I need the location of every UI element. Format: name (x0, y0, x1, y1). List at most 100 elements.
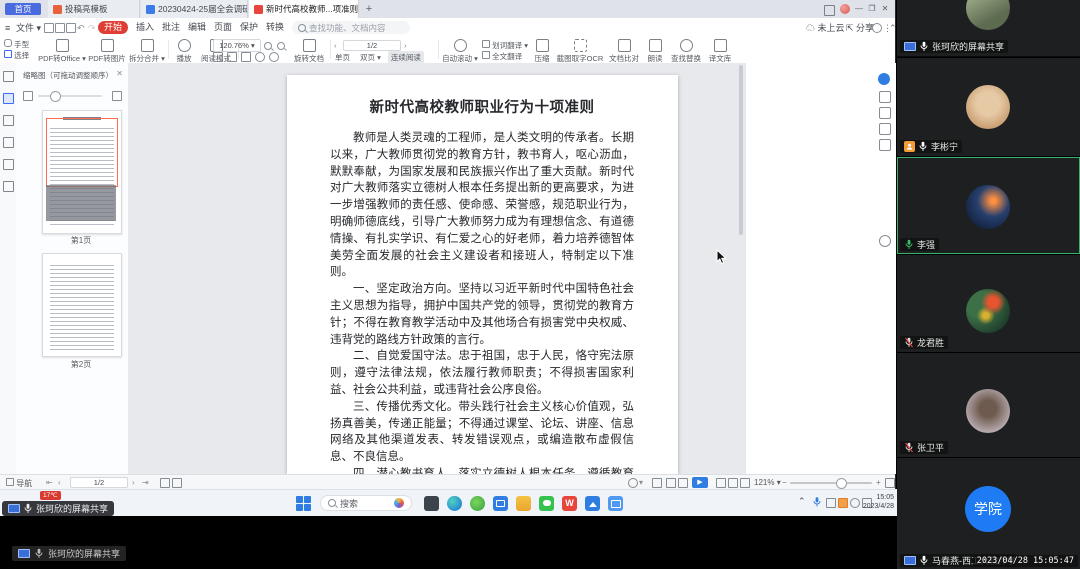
collapse-view-icon[interactable] (172, 478, 182, 488)
weather-widget-badge[interactable]: 17℃ (40, 491, 61, 500)
doc-tab-news[interactable]: 20230424-25届全会调研新闻稿 (141, 0, 248, 18)
prev-page-icon[interactable]: ‹ (58, 478, 61, 487)
compress-button[interactable]: 压缩 (530, 39, 554, 64)
rotate-doc-button[interactable]: 旋转文档 (292, 39, 326, 64)
account-avatar[interactable] (840, 4, 850, 14)
photos-app-icon[interactable] (585, 496, 600, 511)
redo-icon[interactable]: ↷ (88, 22, 96, 34)
participant-tile[interactable]: 龙君胜 (897, 254, 1080, 352)
new-tab-button[interactable]: + (362, 2, 376, 16)
settings-gear-icon[interactable] (872, 23, 882, 33)
single-page-icon[interactable] (666, 478, 676, 488)
file-menu[interactable]: 文件 ▾ (16, 22, 41, 34)
hand-tool[interactable]: 手型 (4, 39, 29, 50)
edit-tool-icon[interactable] (879, 107, 891, 119)
first-page-icon[interactable]: ⇤ (46, 478, 53, 487)
task-view-button[interactable] (424, 496, 439, 511)
next-page-icon[interactable]: › (132, 478, 135, 487)
play-button[interactable]: 播放 (172, 39, 196, 64)
mobile-sync-icon[interactable] (879, 123, 891, 135)
thumb-size-slider-knob[interactable] (50, 91, 61, 102)
viewport-indicator[interactable] (46, 118, 118, 187)
tray-speaker-icon[interactable] (826, 498, 836, 508)
print-icon[interactable] (66, 23, 76, 33)
outline-icon[interactable] (3, 71, 14, 82)
restore-button[interactable]: ❐ (867, 3, 877, 15)
browser-360-icon[interactable] (470, 496, 485, 511)
zoom-out-icon[interactable] (264, 42, 272, 50)
wifi-icon[interactable] (850, 498, 860, 508)
doc-tab-template[interactable]: 投稿亮模板 (48, 0, 140, 18)
tray-mic-icon[interactable] (812, 496, 822, 508)
undo-icon[interactable]: ↶ (77, 22, 85, 34)
zoom-in-icon[interactable] (277, 42, 285, 50)
zoom-minus-icon[interactable]: − (782, 478, 787, 487)
thumb-larger-icon[interactable] (112, 91, 122, 101)
fit-page-icon[interactable] (740, 478, 750, 488)
locate-tool-icon[interactable] (879, 235, 891, 247)
menu-tab-start[interactable]: 开始 (98, 21, 129, 34)
zoom-plus-icon[interactable]: + (876, 478, 881, 487)
tray-expand-icon[interactable]: ⌃ (798, 496, 806, 507)
document-scrollbar[interactable] (739, 65, 743, 235)
file-explorer-icon[interactable] (516, 496, 531, 511)
expand-view-icon[interactable] (160, 478, 170, 488)
save-icon[interactable] (55, 23, 65, 33)
thumb-size-slider[interactable] (38, 95, 102, 97)
stamp-icon[interactable] (3, 181, 14, 192)
thumbnail-icon[interactable] (3, 93, 14, 104)
close-panel-icon[interactable]: ✕ (116, 69, 123, 78)
participant-tile[interactable]: 学院 马春燕-西工大软件学... 2023/04/28 15:05:47 (897, 457, 1080, 569)
fit-page-controls[interactable] (213, 52, 279, 62)
menu-tab-convert[interactable]: 转换 (260, 21, 290, 34)
page-1-thumbnail[interactable] (42, 110, 122, 234)
participant-tile[interactable]: 李彬宁 (897, 57, 1080, 156)
screen-share-indicator[interactable]: 张珂欣的屏幕共享 (2, 501, 115, 516)
presentation-play-button[interactable]: ▶ (692, 477, 708, 488)
doc-compare-button[interactable]: 文档比对 (606, 39, 642, 64)
status-page-input[interactable] (70, 477, 128, 488)
chevron-down-icon[interactable]: ▾ (639, 478, 643, 487)
background-setting-icon[interactable] (628, 478, 638, 488)
screenshot-ocr-button[interactable]: 截图取字OCR (556, 39, 604, 64)
home-tab[interactable]: 首页 (5, 3, 41, 15)
fit-window-icon[interactable] (716, 478, 726, 488)
find-replace-button[interactable]: 查找替换 (668, 39, 704, 64)
doc-tab-pdf-active[interactable]: 新时代高校教师...项准则.pdf ✕ (249, 0, 359, 18)
attachment-icon[interactable] (3, 137, 14, 148)
double-page-icon[interactable] (678, 478, 688, 488)
participant-tile[interactable]: 张卫平 (897, 352, 1080, 457)
minimize-button[interactable]: — (854, 3, 864, 15)
edge-browser-icon[interactable] (447, 496, 462, 511)
comment-tool-icon[interactable] (879, 139, 891, 151)
share-button[interactable]: ⇱ 分享 (846, 22, 874, 34)
start-button[interactable] (296, 496, 311, 511)
participant-tile[interactable]: 张珂欣的屏幕共享 (897, 0, 1080, 56)
zoom-level-select[interactable]: 120.76% ▾ (213, 39, 261, 52)
pdf-to-office-button[interactable]: PDF转Office ▾ (38, 39, 86, 64)
reader-mode-icon[interactable] (652, 478, 662, 488)
next-page-icon[interactable]: › (404, 41, 407, 50)
hamburger-icon[interactable]: ≡ (5, 22, 10, 34)
fit-width-icon[interactable] (728, 478, 738, 488)
assistant-icon[interactable] (878, 73, 890, 85)
function-search-input[interactable]: 查找功能、文档内容 (292, 21, 410, 34)
thumb-smaller-icon[interactable] (23, 91, 33, 101)
status-zoom-level[interactable]: 121% ▾ (754, 478, 781, 487)
zoom-slider[interactable] (790, 482, 872, 484)
participant-tile-speaking[interactable]: 李强 (897, 156, 1080, 254)
close-button[interactable]: ✕ (880, 3, 890, 15)
last-page-icon[interactable]: ⇥ (142, 478, 149, 487)
translation-lib-button[interactable]: 译文库 (706, 39, 734, 64)
collapse-ribbon-icon[interactable]: ⌃ (889, 22, 897, 34)
tray-wps-cloud-icon[interactable] (838, 498, 848, 508)
comment-icon[interactable] (3, 115, 14, 126)
taskbar-clock[interactable]: 15:05 2023/4/28 (860, 493, 894, 511)
prev-page-icon[interactable]: ‹ (334, 41, 337, 50)
search-tool-icon[interactable] (879, 91, 891, 103)
meeting-app-icon[interactable] (493, 496, 508, 511)
apps-grid-icon[interactable] (824, 5, 835, 16)
select-tool[interactable]: 选择 (4, 50, 29, 61)
full-translate-button[interactable]: 全文翻译 (482, 51, 522, 62)
page-number-input[interactable] (343, 40, 401, 51)
